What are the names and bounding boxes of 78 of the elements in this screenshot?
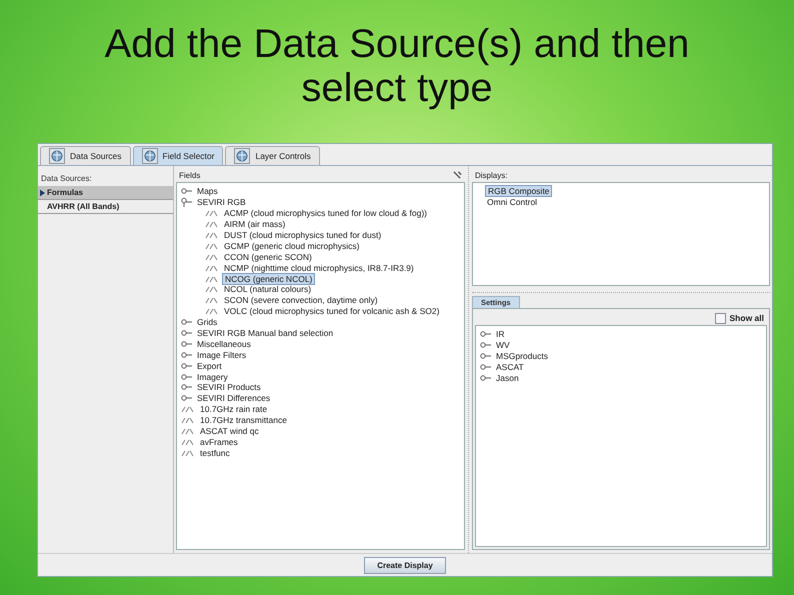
tree-item[interactable]: SEVIRI Differences: [195, 393, 272, 404]
formula-icon: [205, 231, 219, 239]
collapsed-handle-icon[interactable]: [181, 328, 193, 338]
collapsed-handle-icon[interactable]: [480, 340, 492, 350]
collapsed-handle-icon[interactable]: [181, 393, 193, 404]
display-item[interactable]: Omni Control: [485, 197, 540, 208]
globe-icon: [142, 148, 158, 164]
tree-item[interactable]: Grids: [195, 317, 220, 328]
tree-item[interactable]: ACMP (cloud microphysics tuned for low cloud & fog)): [222, 208, 429, 218]
tab[interactable]: Layer Controls: [225, 146, 320, 165]
slide-title: Add the Data Source(s) and then select type: [104, 22, 690, 112]
collapsed-handle-icon[interactable]: [480, 351, 492, 362]
tab[interactable]: Data Sources: [40, 146, 130, 165]
tree-item[interactable]: NCMP (nighttime cloud microphysics, IR8.7-IR3.9): [222, 262, 416, 273]
checkbox[interactable]: [714, 312, 726, 324]
tree-item[interactable]: SCON (severe convection, daytime only): [222, 295, 380, 306]
collapsed-handle-icon[interactable]: [181, 350, 193, 360]
data-source-item[interactable]: AVHRR (All Bands): [38, 200, 173, 214]
tree-item[interactable]: WV: [494, 340, 512, 350]
tree-item[interactable]: Maps: [195, 186, 220, 196]
tree-item[interactable]: Jason: [494, 373, 521, 383]
formula-icon: [181, 438, 195, 446]
collapsed-handle-icon[interactable]: [181, 317, 193, 328]
globe-icon: [234, 148, 250, 164]
panel-header: Displays:: [475, 170, 508, 180]
tree-item[interactable]: Export: [195, 360, 224, 371]
collapsed-handle-icon[interactable]: [181, 338, 193, 349]
collapsed-handle-icon[interactable]: [480, 329, 492, 340]
formula-icon: [205, 209, 219, 218]
formula-icon: [205, 274, 219, 283]
tree-item[interactable]: Miscellaneous: [195, 338, 253, 349]
globe-icon: [49, 148, 65, 164]
tree-item[interactable]: 10.7GHz transmittance: [198, 415, 289, 426]
collapsed-handle-icon[interactable]: [480, 362, 492, 372]
tree-item[interactable]: SEVIRI RGB Manual band selection: [195, 328, 336, 338]
tree-item[interactable]: AIRM (air mass): [222, 219, 288, 230]
tree-item[interactable]: Imagery: [195, 372, 230, 382]
tree-item[interactable]: avFrames: [198, 436, 240, 447]
formula-icon: [181, 416, 195, 424]
tree-item[interactable]: VOLC (cloud microphysics tuned for volcanic ash & SO2): [222, 306, 442, 316]
tree-item[interactable]: SEVIRI RGB: [195, 197, 248, 208]
formula-icon: [205, 220, 219, 228]
collapsed-handle-icon[interactable]: [181, 372, 193, 382]
checkbox-label[interactable]: Show all: [730, 313, 764, 323]
tree-item[interactable]: testfunc: [198, 448, 232, 458]
tree-item[interactable]: IR: [494, 329, 506, 340]
collapsed-handle-icon[interactable]: [181, 186, 193, 196]
display-item[interactable]: RGB Composite: [485, 185, 552, 198]
collapsed-handle-icon[interactable]: [181, 360, 193, 371]
tree-item[interactable]: 10.7GHz rain rate: [198, 404, 270, 414]
tree-item[interactable]: MSGproducts: [494, 351, 550, 362]
formula-icon: [181, 405, 195, 414]
tree-item[interactable]: DUST (cloud microphysics tuned for dust): [222, 230, 384, 240]
formula-icon: [205, 307, 219, 316]
formula-icon: [181, 448, 195, 457]
collapsed-handle-icon[interactable]: [480, 373, 492, 383]
tree-item[interactable]: ASCAT wind qc: [198, 426, 261, 436]
panel-header: Fields: [179, 170, 200, 180]
formula-icon: [181, 427, 195, 436]
tab[interactable]: Field Selector: [132, 146, 224, 165]
panel-header: Data Sources:: [40, 173, 93, 185]
create-display-button[interactable]: Create Display: [364, 556, 446, 574]
data-source-item[interactable]: Formulas: [38, 186, 173, 200]
formula-icon: [205, 264, 219, 272]
tree-item[interactable]: ASCAT: [494, 362, 526, 372]
expanded-handle-icon[interactable]: [181, 197, 193, 208]
tree-item[interactable]: Image Filters: [195, 350, 248, 360]
formula-icon: [205, 252, 219, 261]
tree-item[interactable]: CCON (generic SCON): [222, 252, 314, 262]
tree-item[interactable]: SEVIRI Products: [195, 382, 263, 392]
tree-item[interactable]: NCOL (natural colours): [222, 284, 314, 294]
collapsed-handle-icon[interactable]: [181, 382, 193, 392]
formula-icon: [205, 285, 219, 294]
pointer-icon: [40, 188, 45, 196]
tree-item[interactable]: GCMP (generic cloud microphysics): [222, 240, 362, 251]
tree-item[interactable]: NCOG (generic NCOL): [222, 272, 316, 285]
formula-icon: [205, 296, 219, 304]
formula-icon: [205, 242, 219, 250]
